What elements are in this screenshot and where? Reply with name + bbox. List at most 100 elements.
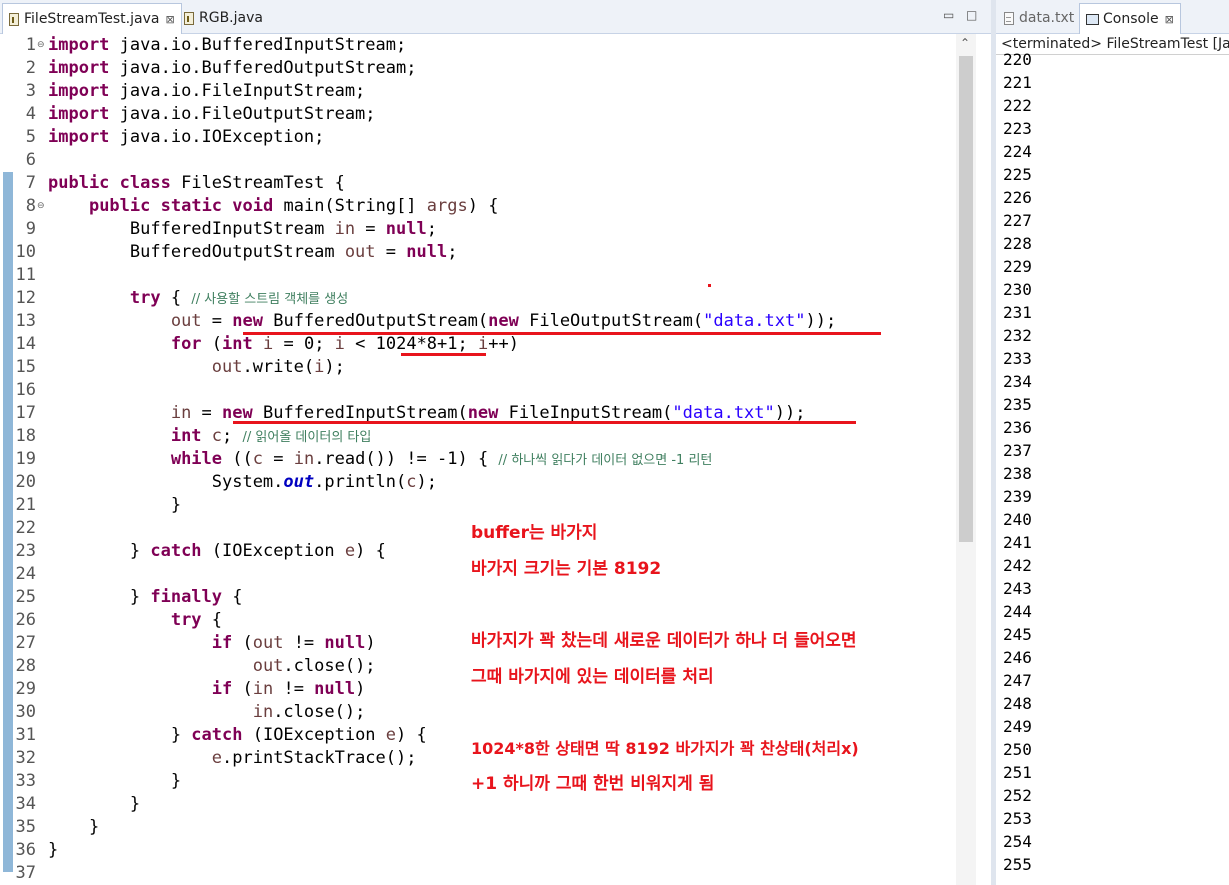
close-icon[interactable]: ⊠ xyxy=(165,13,174,26)
console-line: 234 xyxy=(1003,372,1032,391)
line-number: 11 xyxy=(15,265,36,285)
console-line: 255 xyxy=(1003,855,1032,874)
line-number: 37 xyxy=(15,863,36,883)
line-number: 15 xyxy=(15,357,36,377)
console-line: 224 xyxy=(1003,142,1032,161)
code-line-2: import java.io.BufferedOutputStream; xyxy=(48,58,417,78)
code-line-4: import java.io.FileOutputStream; xyxy=(48,104,376,124)
code-line-8: public static void main(String[] args) { xyxy=(88,196,499,216)
line-number: 23 xyxy=(15,541,36,561)
console-line: 245 xyxy=(1003,625,1032,644)
line-number: 9 xyxy=(25,219,36,239)
tab-rgb[interactable]: RGB.java xyxy=(178,4,269,32)
annotation-note: buffer는 바가지 xyxy=(471,523,598,543)
console-line: 227 xyxy=(1003,211,1032,230)
line-number: 4 xyxy=(25,104,36,124)
console-line: 252 xyxy=(1003,786,1032,805)
line-number: 5 xyxy=(25,127,36,147)
maximize-icon[interactable]: □ xyxy=(966,8,977,22)
annotation-note: 1024*8한 상태면 딱 8192 바가지가 꽉 찬상태(처리x) xyxy=(471,739,859,758)
line-number: 32 xyxy=(15,748,36,768)
annotation-note: +1 하니까 그때 한번 비워지게 됨 xyxy=(471,774,715,794)
line-number: 17 xyxy=(15,403,36,423)
line-number: 16 xyxy=(15,380,36,400)
line-number: 8 xyxy=(25,196,36,216)
code-line-23: } catch (IOException e) { xyxy=(48,541,386,561)
red-underline xyxy=(233,421,856,424)
console-line: 222 xyxy=(1003,96,1032,115)
code-line-34: } xyxy=(48,794,141,814)
console-line: 226 xyxy=(1003,188,1032,207)
annotation-note: 그때 바가지에 있는 데이터를 처리 xyxy=(471,667,714,687)
code-line-1: import java.io.BufferedInputStream; xyxy=(48,35,407,55)
code-line-30: in.close(); xyxy=(252,702,366,722)
code-line-25: } finally { xyxy=(48,587,243,607)
tab-label: Console xyxy=(1103,11,1159,27)
console-line: 228 xyxy=(1003,234,1032,253)
console-line: 241 xyxy=(1003,533,1032,552)
console-line: 221 xyxy=(1003,73,1032,92)
tab-data-txt[interactable]: data.txt xyxy=(998,4,1080,32)
code-line-12: try { // 사용할 스트림 객체를 생성 xyxy=(129,288,349,308)
code-line-20: System.out.println(c); xyxy=(48,472,437,492)
line-number: 12 xyxy=(15,288,36,308)
console-line: 240 xyxy=(1003,510,1032,529)
line-number: 10 xyxy=(15,242,36,262)
code-line-33: } xyxy=(48,771,182,791)
line-number: 20 xyxy=(15,472,36,492)
scrollbar-thumb[interactable] xyxy=(959,56,973,542)
console-view[interactable]: data.txt Console ⊠ <terminated> FileStre… xyxy=(996,0,1229,885)
console-line: 239 xyxy=(1003,487,1032,506)
fold-collapse-icon[interactable]: ⊖ xyxy=(37,195,45,218)
code-line-15: out.write(i); xyxy=(211,357,345,377)
console-icon xyxy=(1086,13,1099,25)
code-line-28: out.close(); xyxy=(252,656,376,676)
console-line: 242 xyxy=(1003,556,1032,575)
console-line: 248 xyxy=(1003,694,1032,713)
annotation-note: 바가지가 꽉 찼는데 새로운 데이터가 하나 더 들어오면 xyxy=(471,631,857,651)
minimize-icon[interactable]: ▭ xyxy=(943,8,954,22)
line-number: 18 xyxy=(15,426,36,446)
line-number: 34 xyxy=(15,794,36,814)
line-number: 35 xyxy=(15,817,36,837)
close-icon[interactable]: ⊠ xyxy=(1165,13,1174,26)
line-number: 6 xyxy=(25,150,36,170)
fold-collapse-icon[interactable]: ⊖ xyxy=(37,34,45,57)
code-line-36: } xyxy=(48,840,59,860)
line-number: 30 xyxy=(15,702,36,722)
line-number: 33 xyxy=(15,771,36,791)
line-number: 7 xyxy=(25,173,36,193)
overview-ruler xyxy=(0,34,14,885)
tab-label: FileStreamTest.java xyxy=(24,11,160,27)
code-line-27: if (out != null) xyxy=(211,633,376,653)
line-number: 28 xyxy=(15,656,36,676)
code-line-9: BufferedInputStream in = null; xyxy=(48,219,437,239)
console-line: 220 xyxy=(1003,50,1032,69)
console-line: 231 xyxy=(1003,303,1032,322)
tab-label: RGB.java xyxy=(199,10,263,26)
annotation-note: 바가지 크기는 기본 8192 xyxy=(471,559,662,579)
line-number: 36 xyxy=(15,840,36,860)
red-underline xyxy=(401,353,486,356)
code-line-13: out = new BufferedOutputStream(new FileO… xyxy=(170,311,837,331)
editor-scrollbar[interactable]: ⌃ xyxy=(956,34,976,885)
code-editor[interactable]: FileStreamTest.java ⊠ RGB.java ▭ □ ⊖ ⊖ 1… xyxy=(0,0,991,885)
console-line: 233 xyxy=(1003,349,1032,368)
code-line-21: } xyxy=(48,495,182,515)
console-line: 225 xyxy=(1003,165,1032,184)
code-line-31: } catch (IOException e) { xyxy=(48,725,427,745)
tab-console[interactable]: Console ⊠ xyxy=(1079,3,1181,34)
code-line-29: if (in != null) xyxy=(211,679,366,699)
scroll-up-icon[interactable]: ⌃ xyxy=(960,36,970,50)
code-line-26: try { xyxy=(170,610,223,630)
tab-filestreamtest[interactable]: FileStreamTest.java ⊠ xyxy=(2,3,182,34)
line-number: 27 xyxy=(15,633,36,653)
line-number: 29 xyxy=(15,679,36,699)
console-line: 237 xyxy=(1003,441,1032,460)
red-dot xyxy=(708,284,711,287)
line-number: 25 xyxy=(15,587,36,607)
code-line-3: import java.io.FileInputStream; xyxy=(48,81,366,101)
console-line: 251 xyxy=(1003,763,1032,782)
java-file-icon xyxy=(184,11,194,25)
console-line: 253 xyxy=(1003,809,1032,828)
